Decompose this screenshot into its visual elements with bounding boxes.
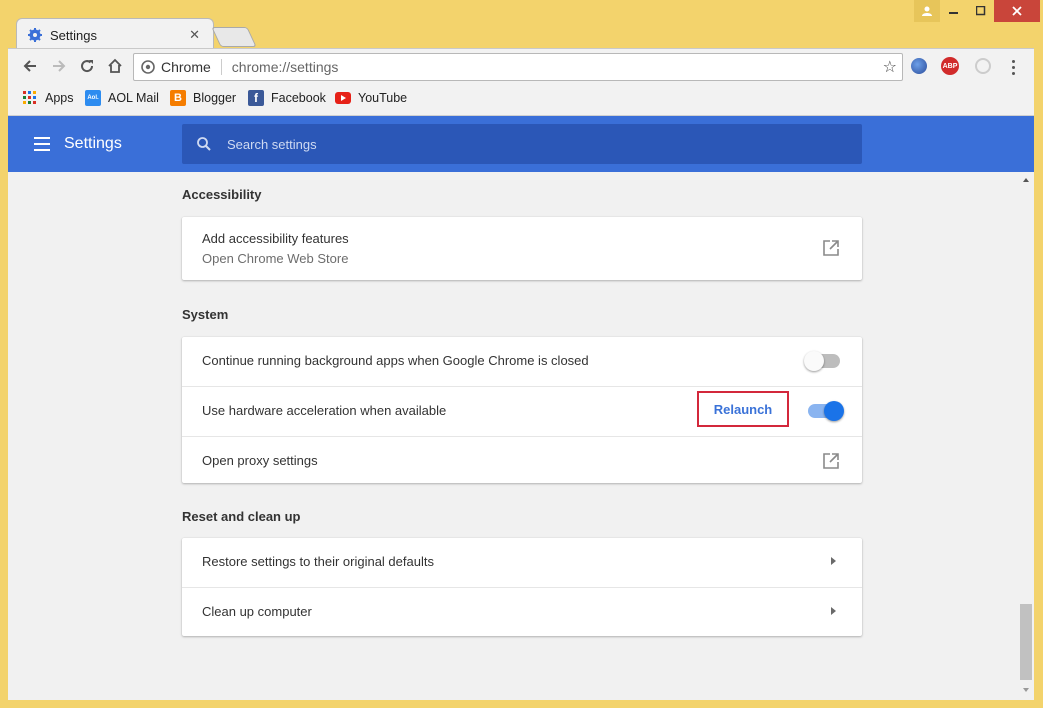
home-icon[interactable] [104,55,126,77]
maximize-icon[interactable] [967,0,994,22]
bookmark-facebook[interactable]: f Facebook [248,89,326,107]
forward-icon[interactable] [48,55,70,77]
bookmark-label: Blogger [193,91,237,105]
reload-icon[interactable] [76,55,98,77]
search-placeholder: Search settings [227,136,317,152]
hardware-acceleration-toggle[interactable] [808,401,844,421]
chrome-icon [141,60,155,74]
search-input[interactable]: Search settings [182,124,862,164]
section-title-system: System [182,307,229,322]
star-icon[interactable]: ☆ [883,57,897,77]
scroll-up-icon[interactable] [1023,178,1029,182]
row-label: Open proxy settings [202,453,318,468]
row-label: Add accessibility features [202,231,349,246]
scroll-down-icon[interactable] [1023,688,1029,692]
toggle-knob [804,351,824,371]
row-add-accessibility-features[interactable]: Add accessibility features Open Chrome W… [182,217,862,280]
bookmarks-bar [8,84,1034,116]
chevron-right-icon [831,607,836,615]
bookmark-blogger[interactable]: B Blogger [170,89,236,107]
gear-icon [28,28,42,42]
relaunch-button[interactable]: Relaunch [697,391,789,427]
bookmark-apps[interactable]: Apps [22,89,74,107]
globe-extension-icon[interactable] [911,58,927,74]
close-icon[interactable] [994,0,1040,22]
open-external-icon[interactable] [822,239,840,257]
tab-close-icon[interactable]: ✕ [189,27,200,43]
bookmark-label: AOL Mail [108,91,159,105]
bookmark-label: YouTube [358,91,408,105]
extension-icon[interactable] [975,58,991,74]
row-clean-up-computer[interactable]: Clean up computer [182,587,862,637]
open-external-icon[interactable] [822,452,840,470]
row-label: Continue running background apps when Go… [202,353,589,368]
row-proxy-settings[interactable]: Open proxy settings [182,436,862,486]
omnibox[interactable]: Chrome chrome://settings ☆ [133,53,903,81]
toggle-knob [824,401,844,421]
bookmark-label: Facebook [271,91,326,105]
row-restore-defaults[interactable]: Restore settings to their original defau… [182,538,862,587]
omnibox-url[interactable]: chrome://settings [232,59,339,75]
facebook-icon: f [248,90,264,106]
card-reset: Restore settings to their original defau… [182,538,862,636]
minimize-icon[interactable] [940,0,967,22]
bookmark-youtube[interactable]: YouTube [335,89,407,107]
row-label: Clean up computer [202,604,312,619]
blogger-icon: B [170,90,186,106]
tab-content: Settings ✕ [28,24,208,46]
row-background-apps[interactable]: Continue running background apps when Go… [182,337,862,386]
row-sublabel: Open Chrome Web Store [202,251,349,266]
search-icon [196,136,212,152]
section-title-accessibility: Accessibility [182,187,262,202]
youtube-icon [335,90,351,106]
scrollbar-thumb[interactable] [1020,604,1032,680]
user-icon[interactable] [914,0,940,22]
card-accessibility: Add accessibility features Open Chrome W… [182,217,862,280]
tab-title: Settings [50,27,97,43]
omnibox-divider [220,59,222,75]
omnibox-site-label: Chrome [161,59,211,75]
bookmark-aol-mail[interactable]: Aol. AOL Mail [85,89,159,107]
back-icon[interactable] [19,55,41,77]
background-apps-toggle[interactable] [804,351,840,371]
chevron-right-icon [831,557,836,565]
apps-grid-icon [22,90,38,106]
row-label: Restore settings to their original defau… [202,554,434,569]
menu-kebab-icon[interactable] [1006,58,1020,76]
section-title-reset: Reset and clean up [182,509,301,524]
row-label: Use hardware acceleration when available [202,403,447,418]
window-controls [914,0,1040,22]
adblock-icon[interactable]: ABP [941,57,959,75]
bookmark-label: Apps [45,91,74,105]
aol-icon: Aol. [85,90,101,106]
hamburger-menu-icon[interactable] [34,137,50,151]
page-title: Settings [64,135,122,152]
